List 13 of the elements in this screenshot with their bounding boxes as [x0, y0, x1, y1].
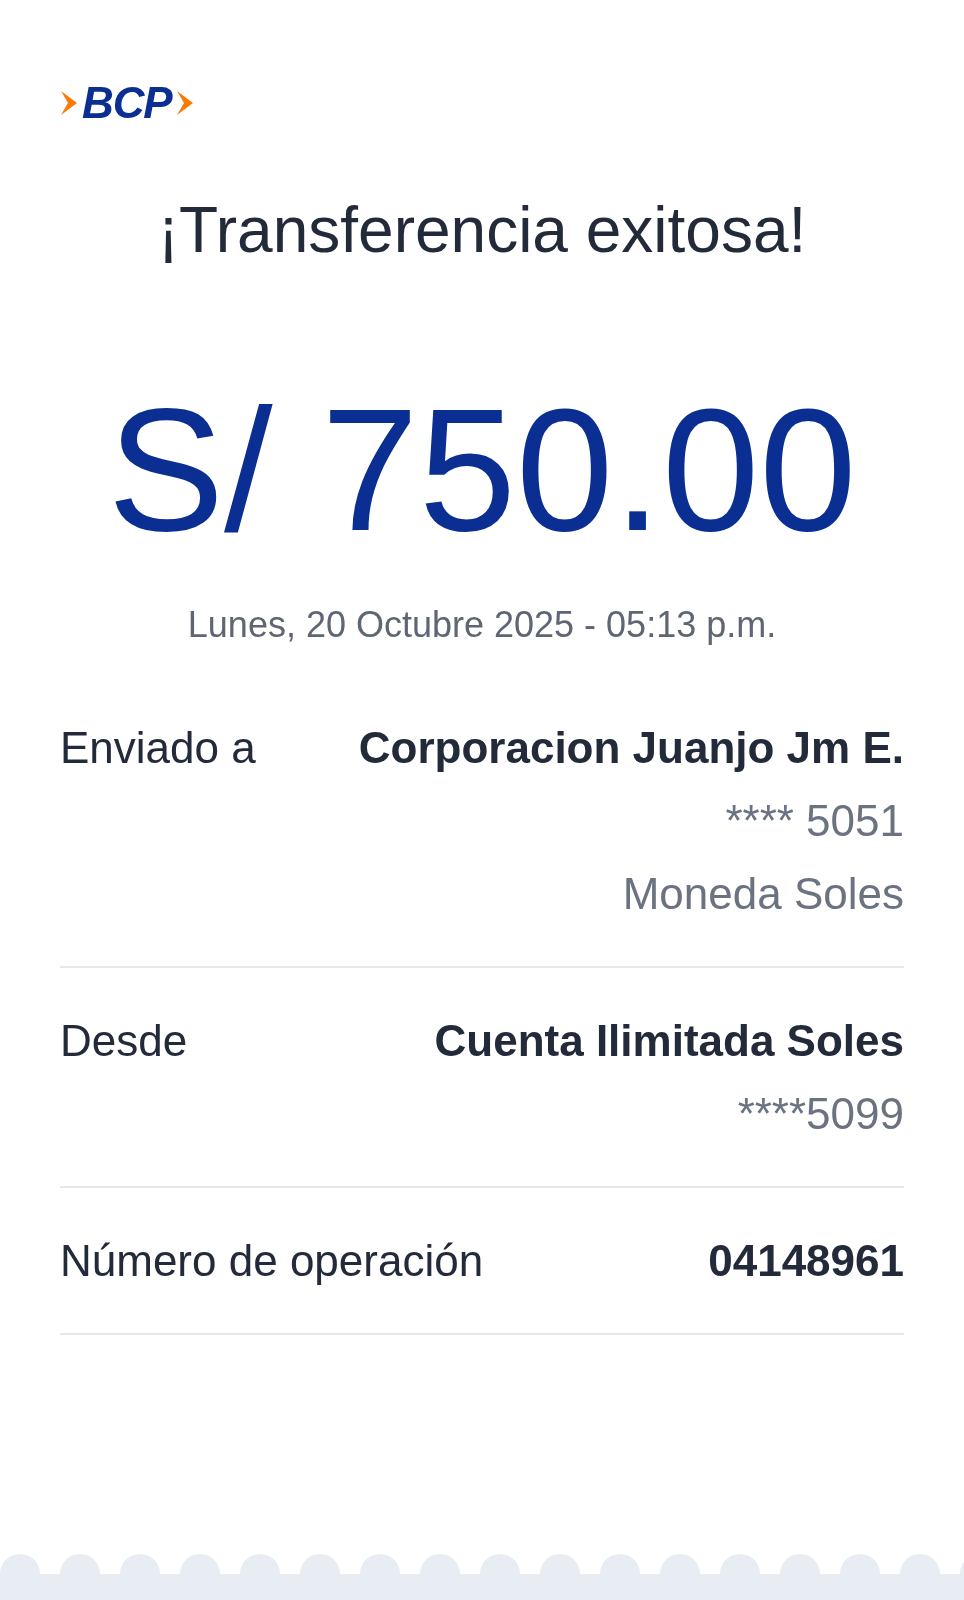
detail-value: Corporacion Juanjo Jm E. — [358, 722, 904, 774]
detail-value: Cuenta Ilimitada Soles — [434, 1015, 904, 1067]
detail-label: Número de operación — [60, 1235, 484, 1287]
detail-label: Enviado a — [60, 722, 256, 774]
date-time: Lunes, 20 Octubre 2025 - 05:13 p.m. — [186, 603, 778, 647]
title: ¡Transferencia exitosa! — [156, 193, 808, 268]
logo-text: BCP — [82, 85, 172, 121]
amount: S/ 750.00 — [106, 371, 858, 569]
detail-subvalue: Moneda Soles — [622, 868, 904, 920]
detail-value: 04148961 — [708, 1235, 904, 1287]
detail-subvalue: **** 5051 — [725, 795, 904, 847]
detail-subvalue: ****5099 — [737, 1088, 904, 1140]
detail-label: Desde — [60, 1015, 188, 1067]
